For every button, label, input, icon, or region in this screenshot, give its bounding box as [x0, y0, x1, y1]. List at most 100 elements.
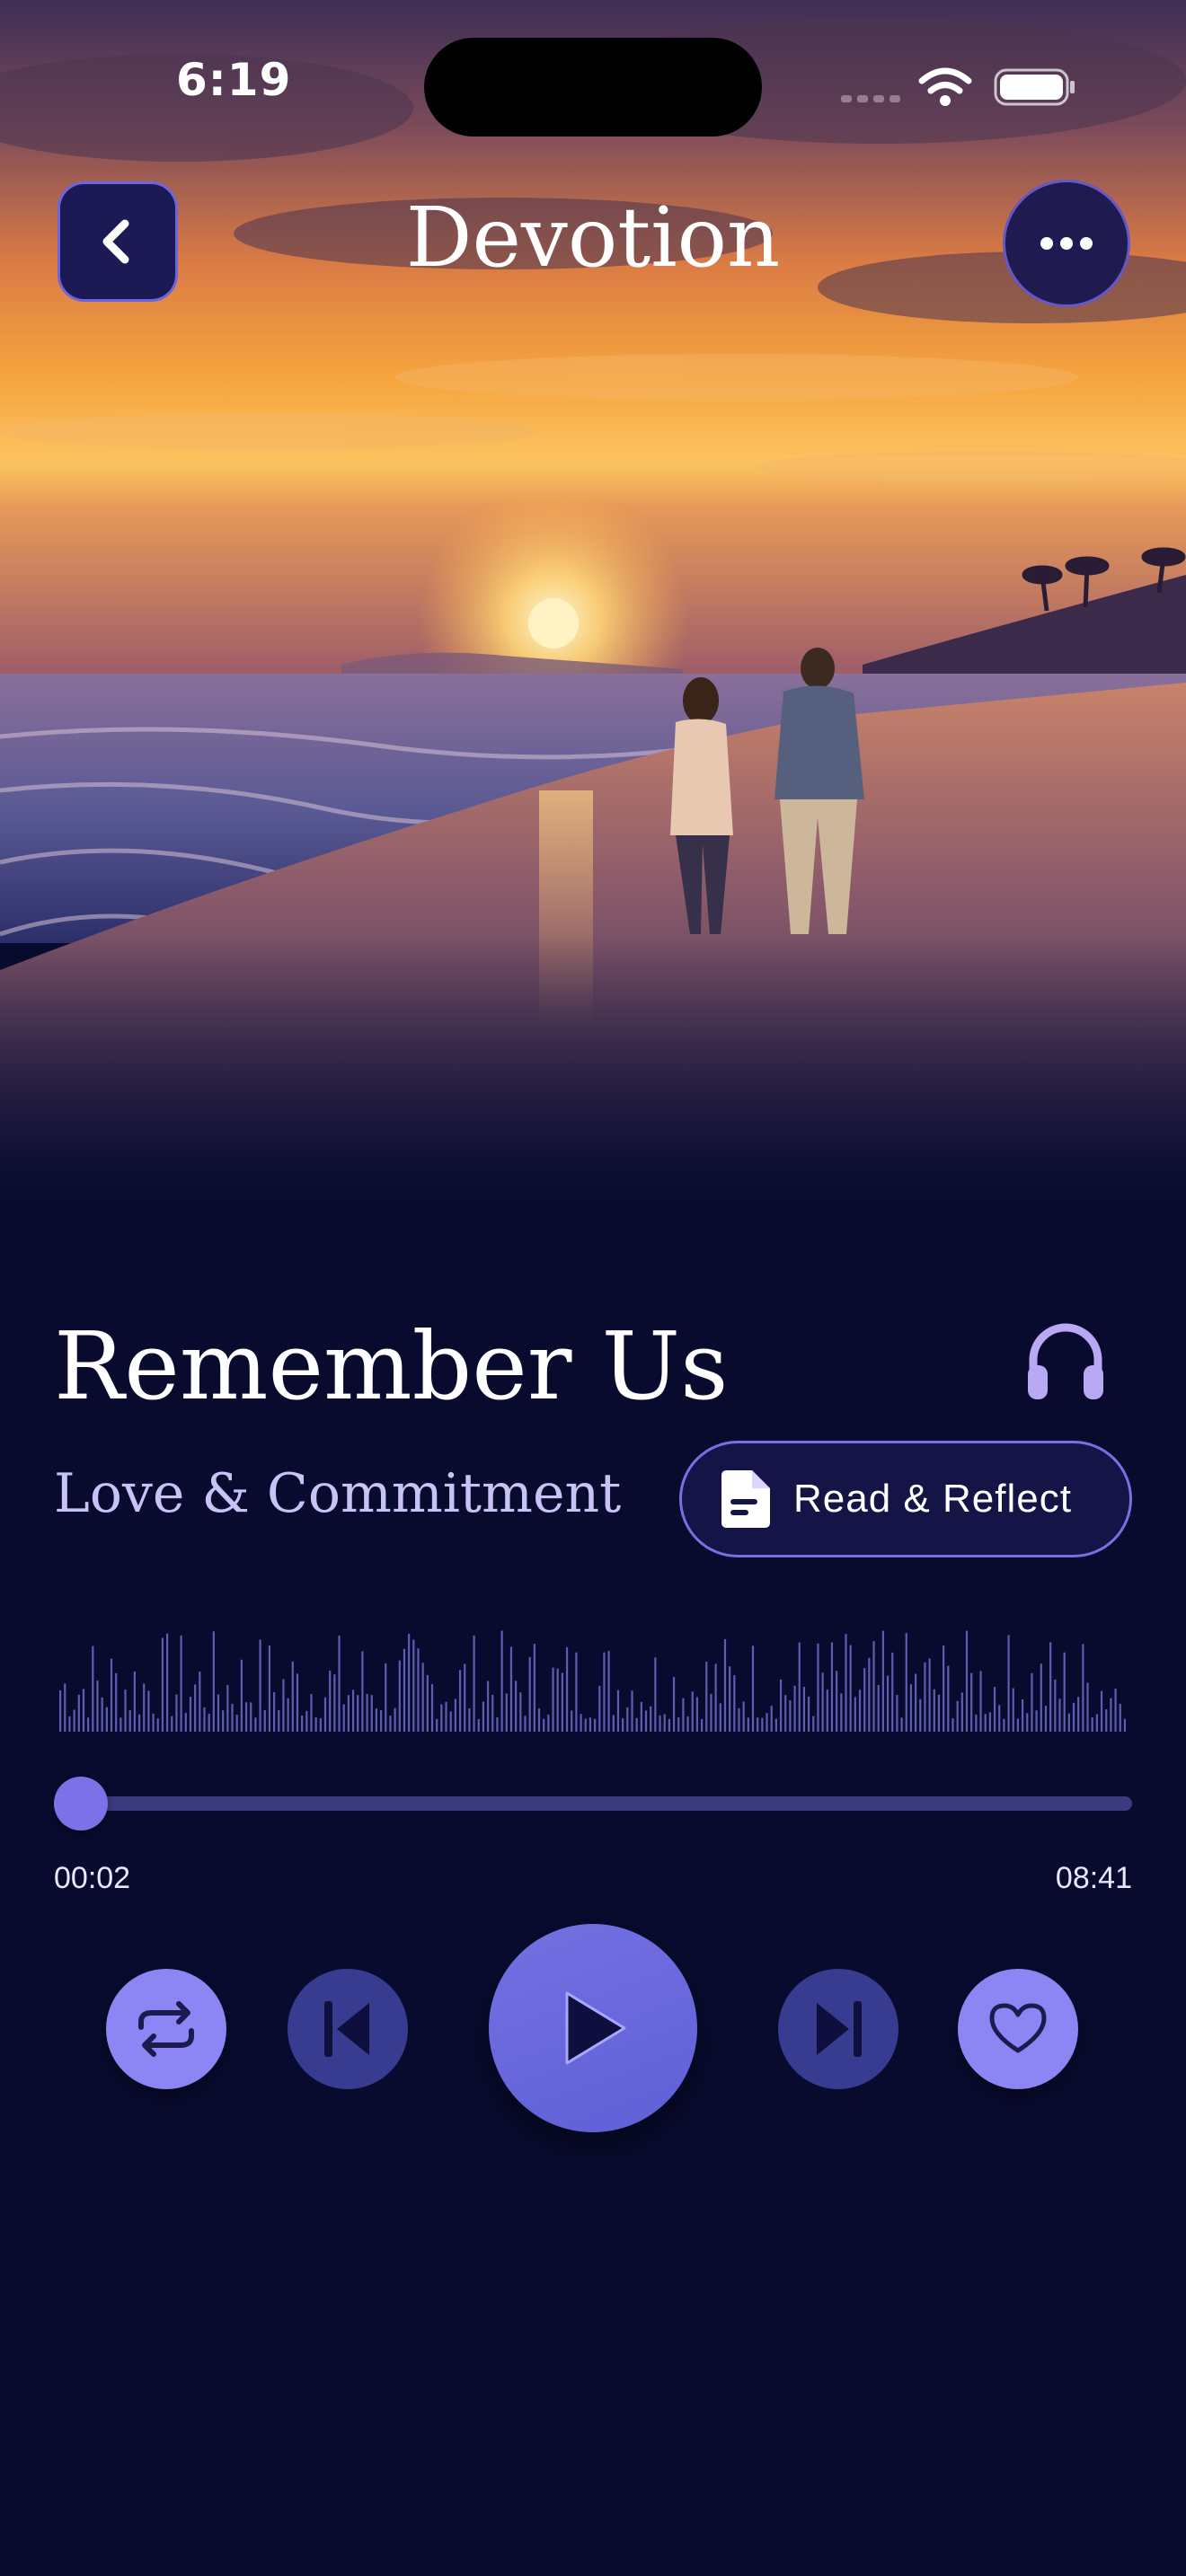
waveform-bar	[738, 1707, 740, 1732]
total-duration: 08:41	[1055, 1861, 1132, 1895]
waveform-bar	[849, 1645, 852, 1732]
waveform-bar	[370, 1695, 373, 1732]
waveform-bar	[733, 1675, 736, 1732]
track-subtitle: Love & Commitment	[54, 1462, 622, 1525]
status-time: 6:19	[176, 54, 292, 106]
waveform-bar	[947, 1665, 950, 1732]
waveform-bar	[152, 1713, 155, 1732]
waveform-bar	[385, 1663, 387, 1732]
waveform-bar	[747, 1717, 749, 1732]
waveform-bar	[124, 1689, 127, 1732]
waveform-bar	[766, 1713, 768, 1732]
favorite-button[interactable]	[958, 1969, 1078, 2089]
waveform-bar	[426, 1675, 429, 1732]
repeat-button[interactable]	[106, 1969, 226, 2089]
waveform-bar	[826, 1689, 828, 1732]
waveform-bar	[477, 1718, 480, 1732]
back-button[interactable]	[58, 181, 178, 302]
waveform-bar	[1003, 1718, 1005, 1732]
waveform-bar	[1016, 1718, 1020, 1732]
waveform-bar	[194, 1684, 197, 1732]
waveform-bar	[886, 1675, 890, 1732]
waveform-bar	[119, 1717, 122, 1732]
waveform-bar	[603, 1652, 606, 1732]
waveform-bar	[1119, 1703, 1121, 1732]
waveform-bar	[515, 1681, 518, 1732]
waveform-bar	[1100, 1690, 1103, 1732]
waveform-bar	[840, 1693, 843, 1732]
waveform-bar	[571, 1710, 573, 1732]
waveform-bar	[729, 1666, 731, 1732]
waveform-bar	[421, 1663, 424, 1732]
waveform-bar	[1110, 1698, 1112, 1732]
next-track-button[interactable]	[778, 1969, 898, 2089]
waveform-bar	[222, 1710, 225, 1732]
waveform-bar	[635, 1717, 638, 1732]
previous-track-button[interactable]	[288, 1969, 408, 2089]
waveform-bar	[915, 1673, 917, 1732]
waveform-bar	[533, 1644, 535, 1732]
waveform-bar	[487, 1681, 490, 1732]
waveform-bar	[351, 1689, 355, 1732]
waveform-bar	[924, 1662, 926, 1732]
waveform-bar	[231, 1704, 234, 1732]
waveform-bar	[305, 1710, 308, 1732]
waveform-bar	[189, 1697, 192, 1732]
heart-icon	[989, 2003, 1047, 2053]
waveform-bar	[1044, 1706, 1048, 1732]
skip-next-icon	[817, 2001, 862, 2057]
waveform-bar	[561, 1672, 563, 1732]
waveform-bar	[1095, 1714, 1098, 1732]
waveform-bar	[412, 1639, 415, 1732]
waveform-bar	[644, 1710, 648, 1732]
waveform-bar	[937, 1694, 941, 1732]
waveform-bar	[812, 1716, 815, 1732]
waveform-bar	[1007, 1635, 1010, 1732]
waveform-bar	[695, 1697, 699, 1732]
waveform-bar	[774, 1718, 777, 1732]
waveform-bar	[394, 1707, 396, 1732]
waveform-bar	[616, 1689, 620, 1732]
waveform-bar	[217, 1694, 220, 1732]
waveform-bar	[607, 1650, 610, 1732]
waveform-bar	[301, 1715, 304, 1732]
waveform-bar	[430, 1684, 434, 1732]
waveform-bar	[817, 1643, 819, 1732]
play-button[interactable]	[489, 1924, 697, 2132]
progress-track[interactable]	[54, 1777, 1132, 1831]
skip-previous-icon	[324, 2001, 369, 2057]
waveform-bar	[347, 1695, 350, 1732]
waveform-bar	[1022, 1698, 1024, 1732]
waveform-bar	[87, 1717, 90, 1732]
waveform-bar	[1040, 1663, 1042, 1732]
waveform-bar	[808, 1696, 810, 1732]
waveform-bar	[1114, 1688, 1117, 1732]
waveform-bar	[556, 1668, 559, 1732]
waveform-bar	[905, 1633, 907, 1732]
waveform-bar	[519, 1692, 522, 1732]
waveform-bar	[650, 1706, 652, 1732]
waveform-bar	[496, 1716, 499, 1732]
waveform-bar	[943, 1645, 945, 1732]
waveform-bar	[594, 1718, 597, 1732]
waveform-bar	[1067, 1713, 1070, 1732]
waveform-bar	[73, 1709, 75, 1732]
waveform-bar	[988, 1712, 991, 1732]
waveform-bar	[575, 1652, 578, 1732]
waveform-bar	[175, 1694, 178, 1732]
waveform-bar	[830, 1642, 834, 1732]
waveform-bar	[919, 1698, 922, 1732]
repeat-icon	[138, 2001, 194, 2057]
waveform-bar	[868, 1657, 871, 1732]
more-options-button[interactable]	[1003, 180, 1130, 307]
waveform-bar	[59, 1690, 62, 1732]
waveform-bar	[872, 1641, 875, 1732]
waveform-bar	[742, 1701, 745, 1732]
waveform-bar	[900, 1717, 903, 1732]
waveform-bar	[933, 1689, 935, 1732]
read-and-reflect-button[interactable]: Read & Reflect	[679, 1441, 1132, 1557]
waveform-bar	[1105, 1709, 1108, 1732]
waveform-bar	[235, 1715, 238, 1732]
progress-scrubber-handle[interactable]	[54, 1777, 108, 1831]
waveform-bar	[965, 1630, 969, 1732]
